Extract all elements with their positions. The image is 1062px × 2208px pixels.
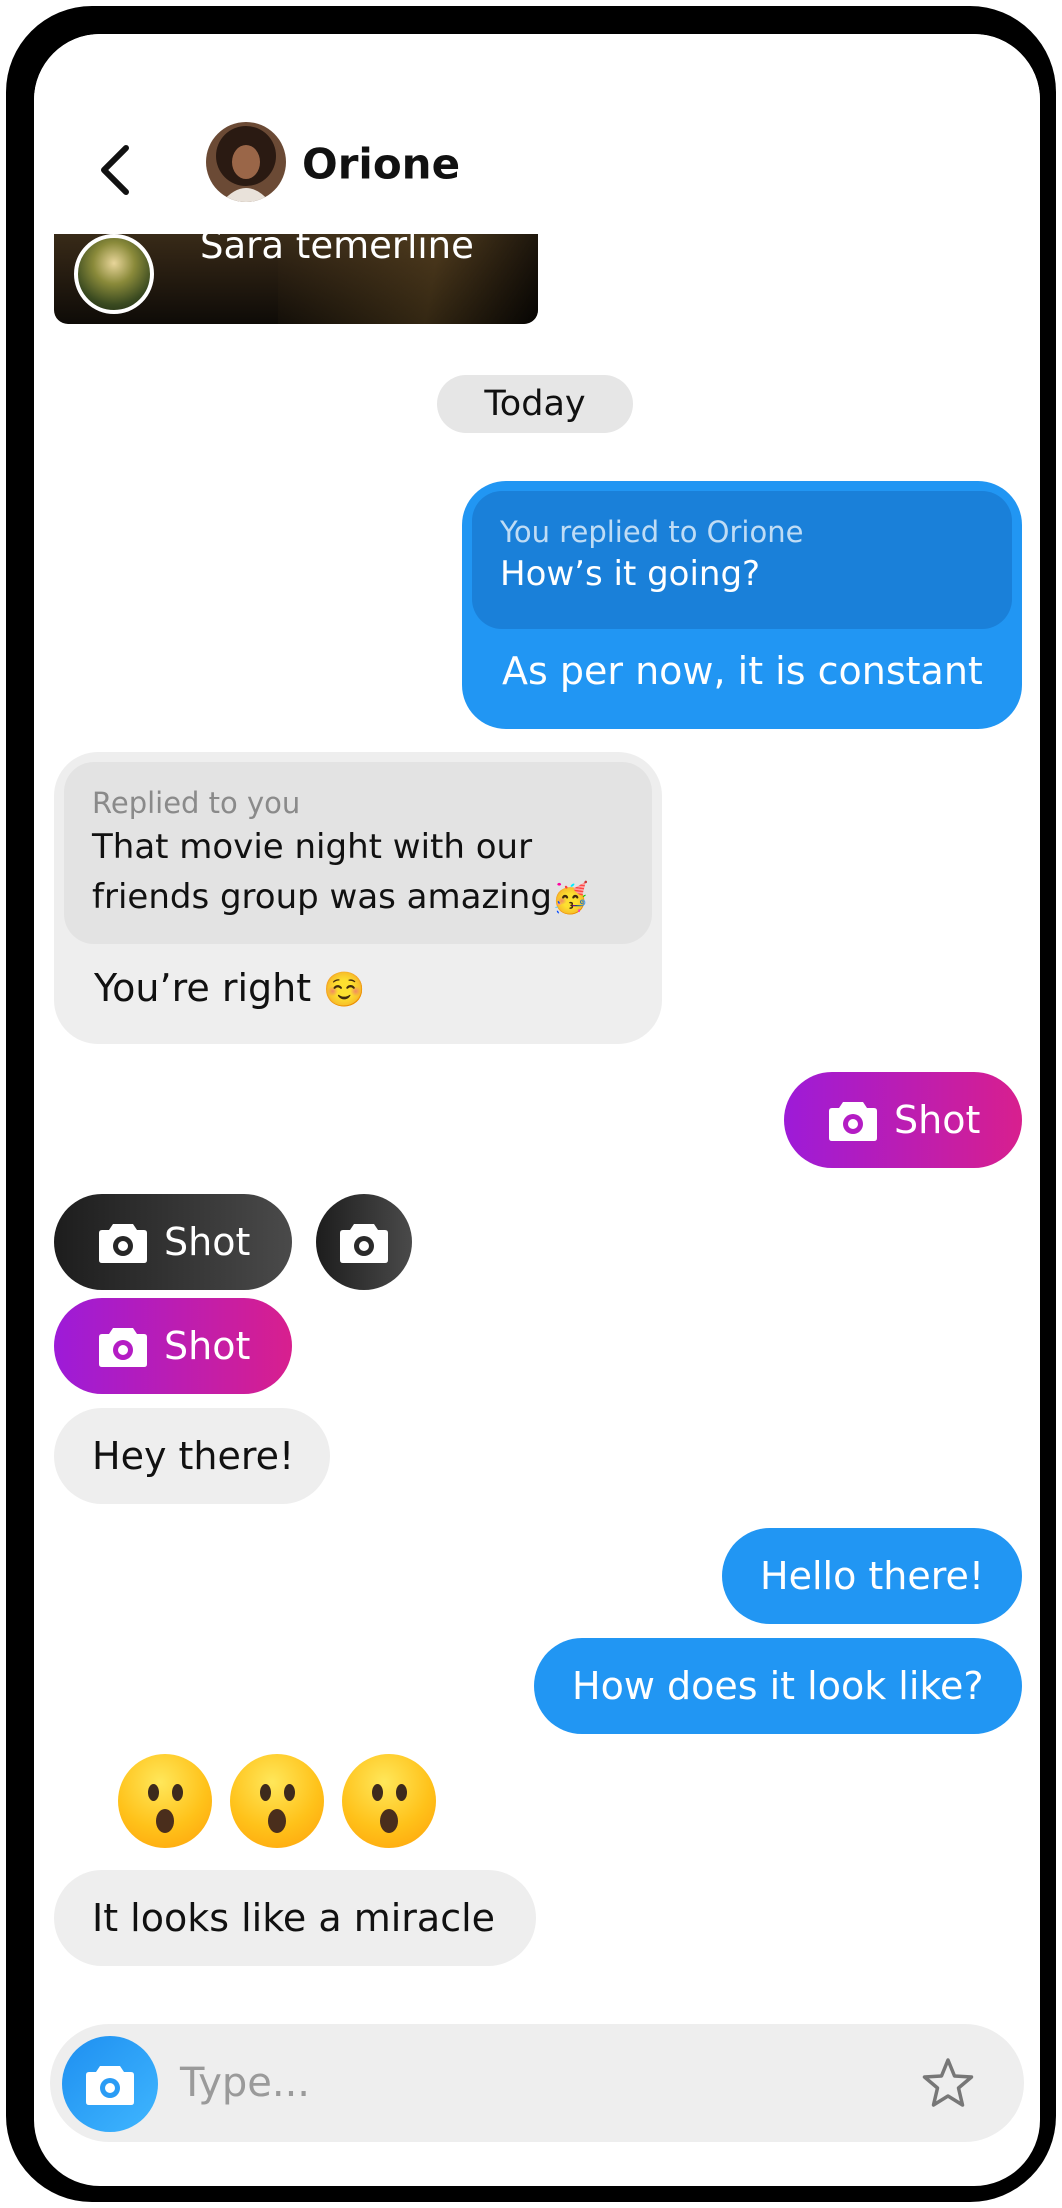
outgoing-message[interactable]: How does it look like? xyxy=(534,1638,1022,1734)
incoming-reply-message[interactable]: Replied to you That movie night with our… xyxy=(54,752,662,1044)
camera-icon xyxy=(829,1102,877,1141)
camera-button[interactable] xyxy=(62,2036,158,2132)
camera-icon xyxy=(86,2066,134,2105)
incoming-shot-message[interactable]: Shot xyxy=(54,1298,292,1394)
quoted-message[interactable]: Replied to you That movie night with our… xyxy=(64,762,652,944)
camera-icon xyxy=(99,1224,147,1263)
camera-icon xyxy=(340,1224,388,1263)
message-input[interactable]: Type... xyxy=(180,2060,310,2106)
partying-face-emoji: 🥳 xyxy=(551,881,590,916)
message-text: As per now, it is constant xyxy=(502,649,983,693)
quoted-message[interactable]: You replied to Orione How’s it going? xyxy=(472,491,1012,629)
star-icon[interactable] xyxy=(920,2056,976,2112)
contact-name: Orione xyxy=(302,139,461,189)
incoming-shot-viewed[interactable] xyxy=(316,1194,412,1290)
outgoing-message[interactable]: Hello there! xyxy=(722,1528,1022,1624)
astonished-emoji-icon xyxy=(342,1754,436,1848)
contact-avatar[interactable] xyxy=(206,122,286,202)
shot-label: Shot xyxy=(894,1098,981,1142)
quote-text-line-2: friends group was amazing🥳 xyxy=(92,877,590,917)
quote-text: How’s it going? xyxy=(500,554,761,594)
message-text: How does it look like? xyxy=(572,1664,984,1708)
incoming-message[interactable]: It looks like a miracle xyxy=(54,1870,536,1966)
shot-label: Shot xyxy=(164,1220,251,1264)
device-frame: Sara temerline Orione Today You replied … xyxy=(6,6,1056,2202)
message-text: You’re right ☺️ xyxy=(94,966,366,1010)
astonished-emoji-icon xyxy=(230,1754,324,1848)
message-composer: Type... xyxy=(50,2024,1024,2142)
astonished-emoji-icon xyxy=(118,1754,212,1848)
outgoing-reply-message[interactable]: You replied to Orione How’s it going? As… xyxy=(462,481,1022,729)
quote-label: Replied to you xyxy=(92,786,301,820)
chat-screen: Sara temerline Orione Today You replied … xyxy=(34,34,1040,2186)
date-divider: Today xyxy=(437,375,633,433)
message-text: It looks like a miracle xyxy=(92,1896,496,1940)
chat-header: Orione xyxy=(34,34,1040,234)
incoming-shot-message[interactable]: Shot xyxy=(54,1194,292,1290)
incoming-message[interactable]: Hey there! xyxy=(54,1408,330,1504)
smiling-emoji: ☺️ xyxy=(323,970,366,1010)
message-text: Hello there! xyxy=(760,1554,985,1598)
shot-label: Shot xyxy=(164,1324,251,1368)
message-text: Hey there! xyxy=(92,1434,295,1478)
quote-text-line-1: That movie night with our xyxy=(92,827,533,867)
camera-icon xyxy=(99,1328,147,1367)
quote-label: You replied to Orione xyxy=(500,515,804,549)
story-avatar xyxy=(74,234,154,314)
outgoing-shot-message[interactable]: Shot xyxy=(784,1072,1022,1168)
back-chevron-icon[interactable] xyxy=(94,142,136,198)
